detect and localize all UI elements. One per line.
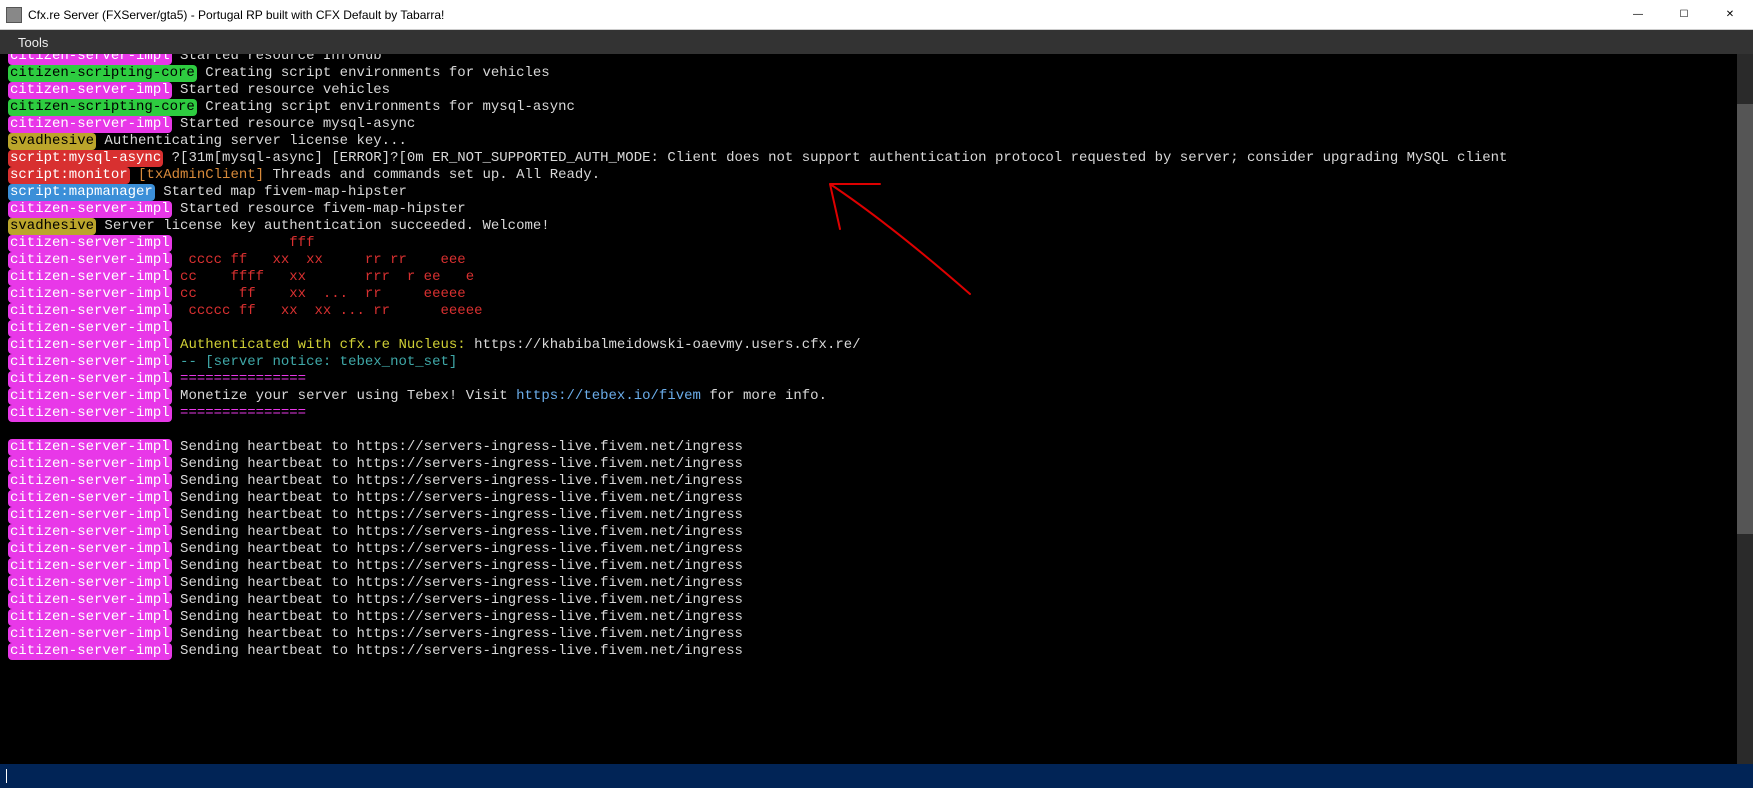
log-text: https://khabibalmeidowski-oaevmy.users.c… [466,337,861,353]
tag-citizen-server-impl: citizen-server-impl [8,337,172,354]
tag-citizen-server-impl: citizen-server-impl [8,235,172,252]
log-text: Server license key authentication succee… [96,218,550,234]
log-text: Sending heartbeat to https://servers-ing… [172,456,743,472]
tag-citizen-server-impl: citizen-server-impl [8,490,172,507]
log-text: Authenticating server license key... [96,133,407,149]
log-text: Started map fivem-map-hipster [155,184,407,200]
tag-citizen-server-impl: citizen-server-impl [8,269,172,286]
tag-citizen-server-impl: citizen-server-impl [8,643,172,660]
log-text: [txAdminClient] [130,167,264,183]
tag-citizen-scripting-core: citizen-scripting-core [8,65,197,82]
log-text: =============== [172,371,306,387]
window-title: Cfx.re Server (FXServer/gta5) - Portugal… [28,8,444,22]
log-text: Sending heartbeat to https://servers-ing… [172,575,743,591]
log-text: for more info. [701,388,827,404]
tag-svadhesive: svadhesive [8,133,96,150]
tag-citizen-server-impl: citizen-server-impl [8,456,172,473]
command-input-bar[interactable] [0,764,1753,788]
tag-citizen-server-impl: citizen-server-impl [8,592,172,609]
minimize-button[interactable]: — [1615,0,1661,29]
log-text: -- [server notice: tebex_not_set] [172,354,458,370]
ascii-art: cc ffff xx rrr r ee e [172,269,474,285]
log-text: Sending heartbeat to https://servers-ing… [172,609,743,625]
tag-citizen-server-impl: citizen-server-impl [8,609,172,626]
tag-citizen-server-impl: citizen-server-impl [8,558,172,575]
log-text: Creating script environments for vehicle… [197,65,550,81]
log-text: Sending heartbeat to https://servers-ing… [172,643,743,659]
menubar: Tools [0,30,1753,54]
tag-script-mysql-async: script:mysql-async [8,150,163,167]
tag-citizen-scripting-core: citizen-scripting-core [8,99,197,116]
tag-citizen-server-impl: citizen-server-impl [8,252,172,269]
log-text: Sending heartbeat to https://servers-ing… [172,541,743,557]
log-text: Started resource InfoHub [172,54,382,64]
log-text: ?[31m[mysql-async] [ERROR]?[0m ER_NOT_SU… [163,150,1507,166]
log-text: Monetize your server using Tebex! Visit [172,388,516,404]
log-text: Sending heartbeat to https://servers-ing… [172,490,743,506]
maximize-button[interactable]: ☐ [1661,0,1707,29]
log-text: Started resource vehicles [172,82,390,98]
log-text: Sending heartbeat to https://servers-ing… [172,626,743,642]
tag-svadhesive: svadhesive [8,218,96,235]
tag-citizen-server-impl: citizen-server-impl [8,388,172,405]
tag-citizen-server-impl: citizen-server-impl [8,82,172,99]
tag-citizen-server-impl: citizen-server-impl [8,320,172,337]
log-text: =============== [172,405,306,421]
log-text: Started resource fivem-map-hipster [172,201,466,217]
log-text: Sending heartbeat to https://servers-ing… [172,507,743,523]
log-link: https://tebex.io/fivem [516,388,701,404]
scrollbar-track[interactable] [1737,54,1753,764]
tag-citizen-server-impl: citizen-server-impl [8,303,172,320]
tag-citizen-server-impl: citizen-server-impl [8,201,172,218]
log-text: Sending heartbeat to https://servers-ing… [172,524,743,540]
console-output: citizen-server-impl Started resource Inf… [0,54,1753,764]
titlebar-left: Cfx.re Server (FXServer/gta5) - Portugal… [0,7,444,23]
ascii-art: ccccc ff xx xx ... rr eeeee [172,303,483,319]
ascii-art: fff [172,235,315,251]
tag-script-monitor: script:monitor [8,167,130,184]
tag-citizen-server-impl: citizen-server-impl [8,473,172,490]
log-text: Authenticated with cfx.re Nucleus: [172,337,466,353]
ascii-art: cc ff xx ... rr eeeee [172,286,466,302]
tag-citizen-server-impl: citizen-server-impl [8,354,172,371]
log-text: Sending heartbeat to https://servers-ing… [172,473,743,489]
scrollbar-thumb[interactable] [1737,104,1753,534]
tag-script-mapmanager: script:mapmanager [8,184,155,201]
window-controls: — ☐ ✕ [1615,0,1753,29]
tag-citizen-server-impl: citizen-server-impl [8,405,172,422]
close-button[interactable]: ✕ [1707,0,1753,29]
ascii-art: cccc ff xx xx rr rr eee [172,252,466,268]
menu-tools[interactable]: Tools [10,33,56,52]
app-icon [6,7,22,23]
tag-citizen-server-impl: citizen-server-impl [8,626,172,643]
log-text: Sending heartbeat to https://servers-ing… [172,439,743,455]
command-input[interactable] [7,768,1747,784]
log-text: Threads and commands set up. All Ready. [264,167,600,183]
tag-citizen-server-impl: citizen-server-impl [8,575,172,592]
log-text: Creating script environments for mysql-a… [197,99,575,115]
tag-citizen-server-impl: citizen-server-impl [8,507,172,524]
tag-citizen-server-impl: citizen-server-impl [8,286,172,303]
log-text: Sending heartbeat to https://servers-ing… [172,592,743,608]
log-text: Started resource mysql-async [172,116,416,132]
tag-citizen-server-impl: citizen-server-impl [8,116,172,133]
titlebar: Cfx.re Server (FXServer/gta5) - Portugal… [0,0,1753,30]
tag-citizen-server-impl: citizen-server-impl [8,524,172,541]
tag-citizen-server-impl: citizen-server-impl [8,541,172,558]
tag-citizen-server-impl: citizen-server-impl [8,371,172,388]
tag-citizen-server-impl: citizen-server-impl [8,54,172,65]
tag-citizen-server-impl: citizen-server-impl [8,439,172,456]
log-text: Sending heartbeat to https://servers-ing… [172,558,743,574]
